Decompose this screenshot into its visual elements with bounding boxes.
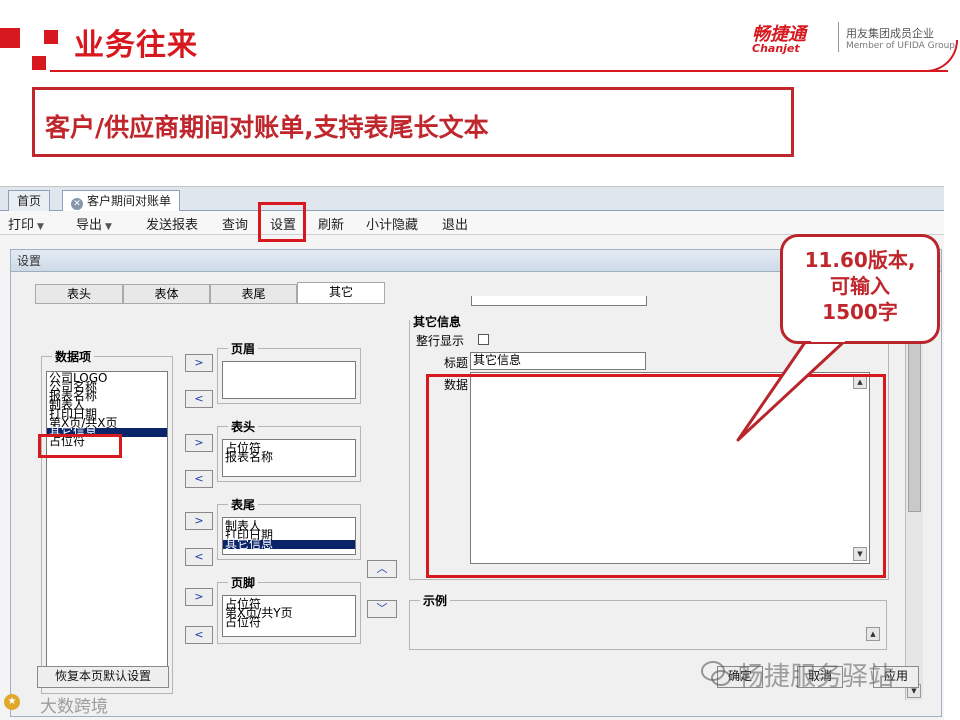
brand-separator — [838, 22, 839, 52]
other-info-legend: 其它信息 — [410, 313, 465, 330]
brand-member-en: Member of UFIDA Group — [846, 41, 956, 51]
brand-logo-en: Chanjet — [752, 42, 800, 55]
move-right-header-button[interactable]: > — [185, 354, 213, 372]
restore-default-button[interactable]: 恢复本页默认设置 — [37, 666, 169, 688]
callout-text: 11.60版本, 可输入 1500字 — [783, 247, 937, 325]
tab-home-label: 首页 — [17, 194, 42, 208]
close-icon[interactable]: ✕ — [71, 198, 83, 210]
exit-button[interactable]: 退出 — [442, 214, 468, 233]
page-header-legend: 页眉 — [228, 340, 259, 357]
list-item[interactable]: 报表名称 — [223, 451, 355, 463]
page-footer-legend: 页脚 — [228, 574, 259, 591]
chevron-up-icon: ︿ — [376, 562, 388, 575]
title-label: 标题 — [444, 356, 469, 370]
page-header-list[interactable] — [222, 361, 356, 399]
decor-square-2 — [44, 30, 58, 44]
move-left-footer-button[interactable]: < — [185, 626, 213, 644]
whole-row-checkbox[interactable] — [478, 334, 489, 345]
wechat-icon — [701, 661, 731, 686]
data-items-legend: 数据项 — [52, 348, 95, 365]
slide-title: 业务往来 — [74, 28, 198, 63]
move-right-footer-button[interactable]: > — [185, 588, 213, 606]
title-input[interactable]: 其它信息 — [470, 352, 646, 370]
move-up-button[interactable]: ︿ — [367, 560, 397, 578]
example-group: 示例 ▲ — [409, 592, 887, 650]
data-items-list[interactable]: 公司LOGO 公司名称 报表名称 制表人 打印日期 第X页/共X页 其它信息 占… — [46, 371, 168, 685]
move-down-button[interactable]: ﹀ — [367, 600, 397, 618]
page-header-group: 页眉 — [217, 340, 361, 404]
tab-customer-statement[interactable]: ✕ 客户期间对账单 — [62, 190, 181, 212]
tab-other[interactable]: 其它 — [297, 282, 385, 304]
list-item-selected[interactable]: 其它信息 — [223, 538, 355, 550]
watermark-bottom-right: 畅捷服务驿站 — [738, 662, 895, 692]
callout-line-3: 1500字 — [822, 300, 898, 324]
dialog-scrollbar[interactable]: ▼ — [905, 302, 923, 700]
table-head-group: 表头 占位符 报表名称 — [217, 418, 361, 482]
callout-pointer-mask — [811, 336, 845, 342]
table-foot-list[interactable]: 制表人 打印日期 其它信息 — [222, 517, 356, 555]
query-button[interactable]: 查询 — [222, 214, 248, 233]
send-report-button[interactable]: 发送报表 — [146, 214, 198, 233]
page-footer-group: 页脚 占位符 第X页/共Y页 占位符 — [217, 574, 361, 644]
app-tabbar: 首页 ✕ 客户期间对账单 — [0, 187, 944, 212]
page-footer-list[interactable]: 占位符 第X页/共Y页 占位符 — [222, 595, 356, 637]
slide-subtitle: 客户/供应商期间对账单,支持表尾长文本 — [45, 113, 489, 142]
scrollbar-thumb[interactable] — [908, 332, 921, 512]
callout-line-2: 可输入 — [830, 274, 890, 298]
decor-square-1 — [0, 28, 20, 48]
highlight-data-textarea — [426, 374, 886, 578]
callout-line-1: 11.60版本, — [804, 248, 916, 272]
watermark-logo-icon: ★ — [4, 694, 20, 710]
tab-home[interactable]: 首页 — [8, 190, 51, 211]
brand-member-cn: 用友集团成员企业 — [846, 27, 934, 40]
move-right-tablehead-button[interactable]: > — [185, 434, 213, 452]
callout-bubble: 11.60版本, 可输入 1500字 — [780, 234, 940, 344]
scroll-up-button[interactable]: ▲ — [866, 627, 880, 641]
tab-header[interactable]: 表头 — [35, 284, 123, 303]
tab-footer[interactable]: 表尾 — [210, 284, 297, 303]
decor-square-3 — [32, 56, 46, 70]
tab-underline — [35, 303, 385, 304]
top-partial-input[interactable] — [471, 296, 647, 306]
highlight-selected-item — [38, 434, 122, 458]
chevron-down-icon: ▼ — [105, 222, 112, 232]
move-left-header-button[interactable]: < — [185, 390, 213, 408]
highlight-settings-button — [258, 202, 306, 242]
chevron-down-icon: ﹀ — [376, 602, 388, 615]
app-toolbar: 打印 ▼ 导出 ▼ 发送报表 查询 设置 刷新 小计隐藏 退出 — [0, 211, 944, 235]
data-items-group: 数据项 公司LOGO 公司名称 报表名称 制表人 打印日期 第X页/共X页 其它… — [41, 348, 173, 694]
table-foot-group: 表尾 制表人 打印日期 其它信息 — [217, 496, 361, 560]
table-head-list[interactable]: 占位符 报表名称 — [222, 439, 356, 477]
subtitle-box: 客户/供应商期间对账单,支持表尾长文本 — [32, 87, 794, 157]
export-button[interactable]: 导出 ▼ — [76, 214, 112, 233]
whole-row-label: 整行显示 — [416, 334, 465, 348]
hide-subtotal-button[interactable]: 小计隐藏 — [366, 214, 418, 233]
move-left-tablehead-button[interactable]: < — [185, 470, 213, 488]
refresh-button[interactable]: 刷新 — [318, 214, 344, 233]
move-left-tablefoot-button[interactable]: < — [185, 548, 213, 566]
print-button[interactable]: 打印 ▼ — [8, 214, 44, 233]
header-divider — [50, 70, 948, 72]
tab-customer-statement-label: 客户期间对账单 — [87, 194, 172, 208]
watermark-bottom-left: 大数跨境 — [40, 697, 108, 717]
table-foot-legend: 表尾 — [228, 496, 259, 513]
move-right-tablefoot-button[interactable]: > — [185, 512, 213, 530]
table-head-legend: 表头 — [228, 418, 259, 435]
tab-body[interactable]: 表体 — [123, 284, 210, 303]
chevron-down-icon: ▼ — [37, 222, 44, 232]
example-legend: 示例 — [420, 592, 451, 609]
